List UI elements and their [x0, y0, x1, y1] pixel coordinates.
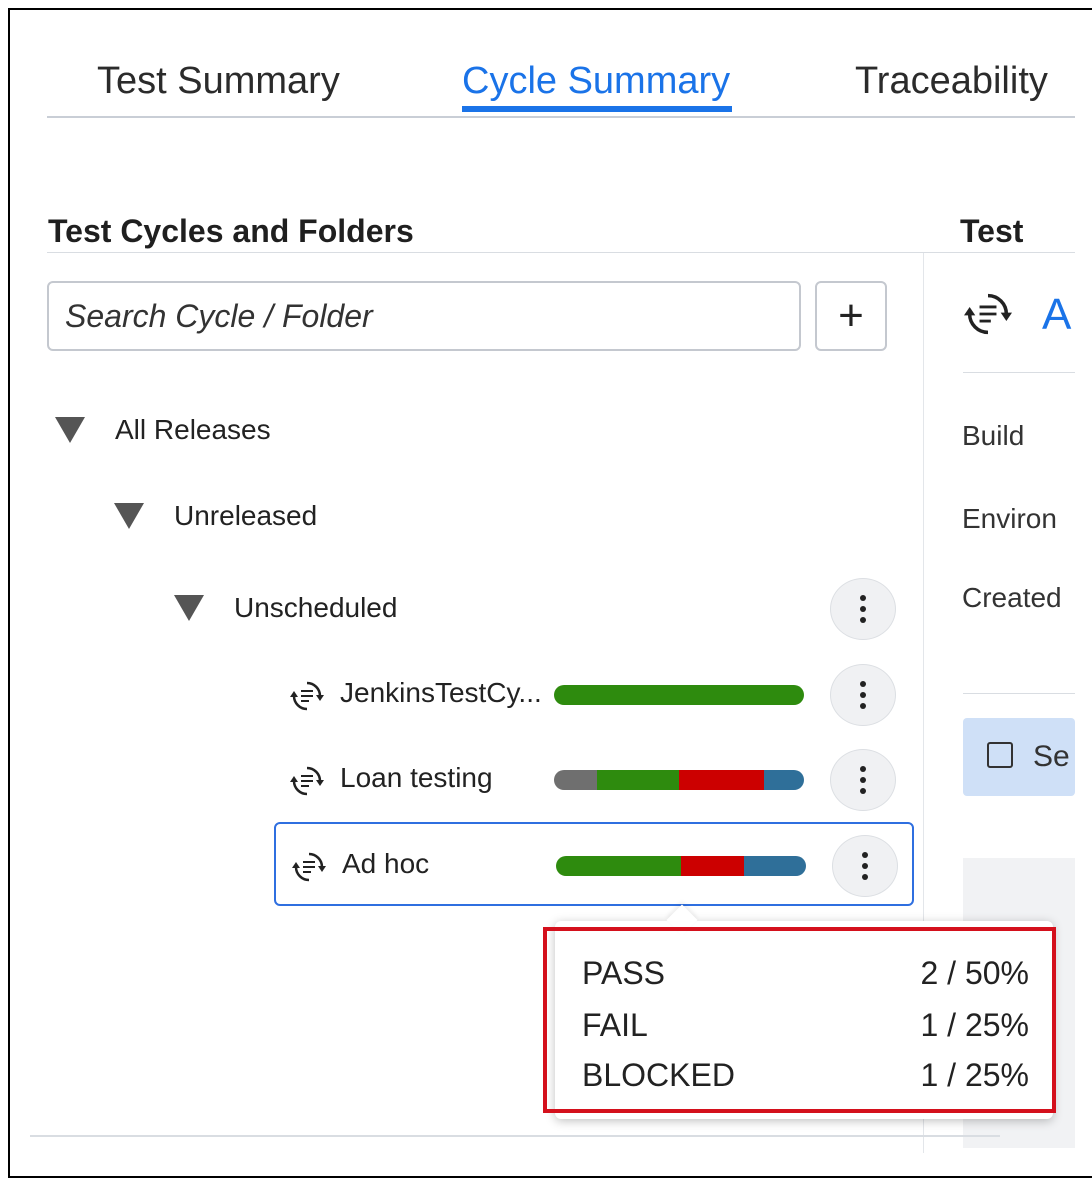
build-label: Build	[962, 420, 1025, 451]
tree-node-label: Unreleased	[174, 500, 318, 531]
cycle-name: Ad hoc	[342, 848, 430, 879]
progress-segment-pass	[596, 770, 679, 790]
progress-segment-blocked	[743, 856, 806, 876]
progress-segment-pass	[556, 856, 681, 876]
cycle-detail-title[interactable]: A	[1042, 290, 1071, 340]
checkbox[interactable]	[987, 742, 1013, 768]
cycle-name: Loan testing	[340, 762, 493, 793]
select-label: Se	[1033, 740, 1070, 773]
tree-node-unscheduled[interactable]: Unscheduled	[174, 592, 397, 624]
cycle-name: JenkinsTestCy...	[340, 677, 542, 708]
progress-segment-blocked	[764, 770, 804, 790]
tree-node-unreleased[interactable]: Unreleased	[114, 500, 317, 532]
test-cycle-icon	[290, 766, 324, 796]
created-label: Created	[962, 582, 1062, 613]
test-cycle-icon	[964, 293, 1012, 335]
progress-bar[interactable]	[556, 856, 806, 876]
cycle-more-options-button[interactable]	[830, 664, 896, 726]
cycle-more-options-button[interactable]	[830, 749, 896, 811]
progress-segment-fail	[679, 770, 764, 790]
active-tab-indicator	[462, 106, 732, 112]
add-cycle-button[interactable]: +	[815, 281, 887, 351]
caret-down-icon[interactable]	[55, 417, 85, 443]
search-input[interactable]	[47, 281, 801, 351]
divider	[963, 372, 1075, 373]
environment-label: Environ	[962, 503, 1057, 534]
divider	[30, 1135, 1000, 1137]
cycle-row[interactable]: Loan testing	[274, 738, 914, 822]
select-all-control[interactable]: Se	[963, 718, 1075, 796]
divider	[47, 252, 1075, 253]
test-cycle-icon	[292, 852, 326, 882]
tab-test-summary[interactable]: Test Summary	[97, 60, 340, 103]
tree-node-all-releases[interactable]: All Releases	[55, 414, 271, 446]
test-cycle-icon	[290, 681, 324, 711]
folder-more-options-button[interactable]	[830, 578, 896, 640]
caret-down-icon[interactable]	[174, 595, 204, 621]
cycle-row[interactable]: JenkinsTestCy...	[274, 653, 914, 737]
progress-segment-fail	[681, 856, 744, 876]
tab-cycle-summary[interactable]: Cycle Summary	[462, 60, 730, 103]
tree-node-label: Unscheduled	[234, 592, 398, 623]
progress-bar[interactable]	[554, 770, 804, 790]
progress-bar[interactable]	[554, 685, 804, 705]
progress-segment-pass	[554, 685, 804, 705]
panel-title: Test Cycles and Folders	[48, 213, 414, 249]
tab-bar: Test Summary Cycle Summary Traceability	[47, 50, 1075, 118]
annotation-highlight-box	[543, 927, 1056, 1113]
cycle-row-selected[interactable]: Ad hoc	[274, 822, 914, 906]
cycle-more-options-button[interactable]	[832, 835, 898, 897]
caret-down-icon[interactable]	[114, 503, 144, 529]
tab-traceability[interactable]: Traceability	[855, 60, 1048, 103]
right-panel-title: Test	[960, 213, 1024, 249]
progress-segment-unexecuted	[554, 770, 597, 790]
divider	[963, 693, 1075, 694]
tree-node-label: All Releases	[115, 414, 271, 445]
